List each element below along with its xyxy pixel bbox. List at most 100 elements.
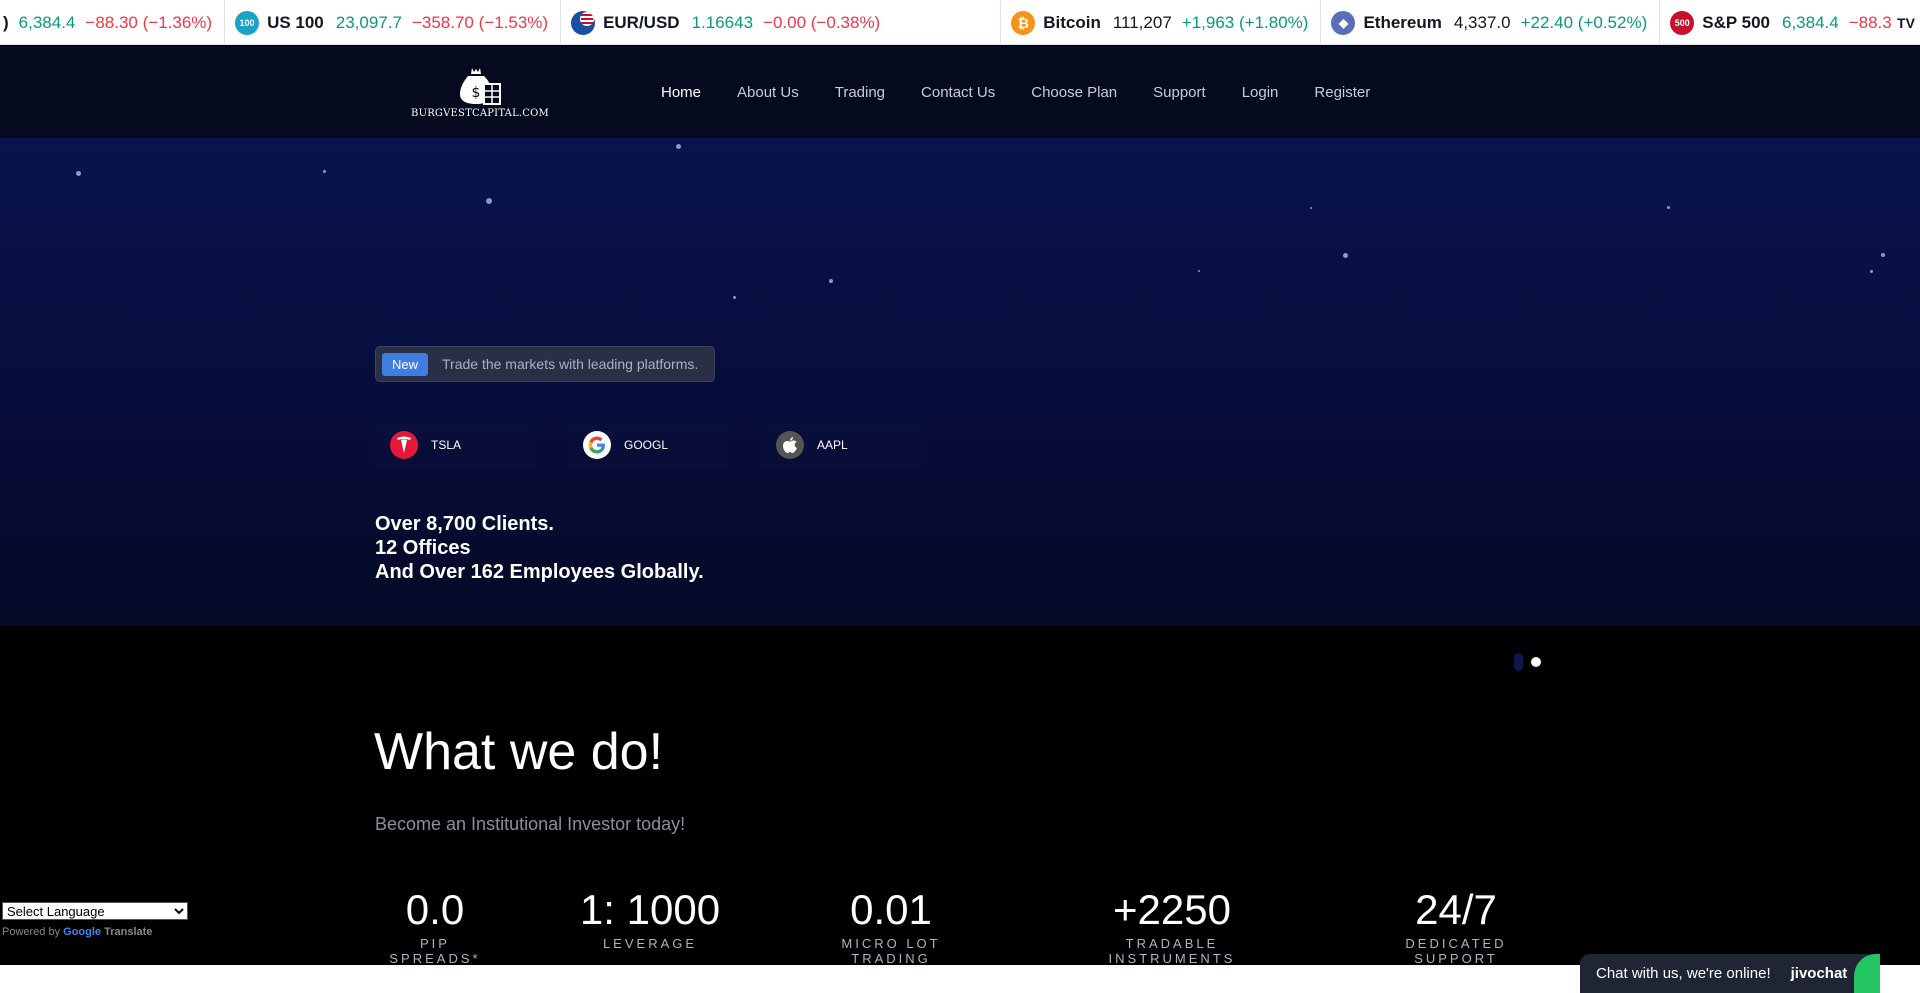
star-decoration bbox=[486, 198, 492, 204]
carousel-dot-active[interactable] bbox=[1531, 657, 1541, 667]
nav-contact-us[interactable]: Contact Us bbox=[921, 84, 995, 101]
tradingview-logo-icon[interactable]: TV bbox=[1892, 0, 1920, 44]
nav-trading[interactable]: Trading bbox=[835, 84, 885, 101]
stock-symbol: AAPL bbox=[817, 438, 848, 452]
jivochat-logo: jivochat bbox=[1790, 965, 1848, 982]
main-nav: Home About Us Trading Contact Us Choose … bbox=[661, 46, 1406, 138]
ticker-price: 4,337.0 bbox=[1453, 12, 1511, 32]
star-decoration bbox=[1870, 270, 1873, 273]
ticker-price: 1.16643 bbox=[691, 12, 754, 32]
chat-status-text: Chat with us, we're online! bbox=[1596, 965, 1771, 982]
section-subtitle: Become an Institutional Investor today! bbox=[375, 814, 686, 834]
language-select[interactable]: Select Language bbox=[2, 902, 188, 920]
stat-employees: And Over 162 Employees Globally. bbox=[375, 561, 704, 583]
metric-label: LEVERAGE bbox=[602, 936, 698, 951]
ticker-price: 6,384.4 bbox=[18, 12, 76, 32]
powered-by-google: Powered by Google Translate bbox=[2, 926, 188, 938]
ticker-name: ) bbox=[3, 12, 9, 32]
money-bag-logo-icon: $ bbox=[460, 68, 501, 105]
navbar: $ BURGVESTCAPITAL.COM Home About Us Trad… bbox=[0, 46, 1920, 138]
ticker-price: 111,207 bbox=[1112, 12, 1172, 32]
metric-pip-spreads: 0.0 PIP SPREADS* bbox=[375, 886, 495, 966]
nav-register[interactable]: Register bbox=[1314, 84, 1370, 101]
ticker-change: −358.70 (−1.53%) bbox=[411, 12, 549, 32]
nav-choose-plan[interactable]: Choose Plan bbox=[1031, 84, 1117, 101]
ticker-name: US 100 bbox=[267, 12, 324, 32]
star-decoration bbox=[676, 144, 681, 149]
ticker-item-ethereum[interactable]: ◆ Ethereum 4,337.0 +22.40 (+0.52%) bbox=[1321, 0, 1661, 44]
ticker-name: Bitcoin bbox=[1043, 12, 1101, 32]
stock-card-googl[interactable]: GOOGL bbox=[568, 422, 728, 468]
stock-card-aapl[interactable]: AAPL bbox=[761, 422, 921, 468]
ticker-change: −88.30 (−1.36%) bbox=[85, 12, 213, 32]
metric-value: 0.0 bbox=[405, 886, 465, 933]
metric-label: DEDICATED SUPPORT bbox=[1405, 936, 1507, 966]
sp500-icon: 500 bbox=[1670, 10, 1695, 35]
brand-logo[interactable]: $ BURGVESTCAPITAL.COM bbox=[411, 66, 549, 122]
stock-list: TSLA GOOGL AAPL bbox=[375, 422, 954, 468]
ticker-item-us100[interactable]: 100 US 100 23,097.7 −358.70 (−1.53%) bbox=[225, 0, 562, 44]
metric-instruments: +2250 TRADABLE INSTRUMENTS bbox=[1062, 886, 1282, 966]
metric-value: 1: 1000 bbox=[579, 886, 721, 933]
new-badge: New bbox=[382, 352, 429, 376]
metric-value: +2250 bbox=[1113, 886, 1231, 933]
stat-clients: Over 8,700 Clients. bbox=[375, 513, 554, 535]
apple-icon bbox=[776, 431, 804, 459]
metric-label: MICRO LOT TRADING bbox=[841, 936, 941, 966]
chat-online-indicator-icon bbox=[1854, 954, 1880, 993]
metric-value: 24/7 bbox=[1415, 886, 1497, 933]
metric-label: PIP SPREADS* bbox=[389, 936, 481, 966]
company-stats: Over 8,700 Clients. 12 Offices And Over … bbox=[375, 512, 704, 584]
announcement-text: Trade the markets with leading platforms… bbox=[442, 356, 699, 372]
translate-link[interactable]: Translate bbox=[104, 926, 152, 938]
ticker-price: 23,097.7 bbox=[335, 12, 402, 32]
section-title: What we do! bbox=[374, 723, 664, 781]
star-decoration bbox=[76, 171, 81, 176]
stat-offices: 12 Offices bbox=[375, 537, 471, 559]
stock-symbol: TSLA bbox=[431, 438, 462, 452]
nav-login[interactable]: Login bbox=[1242, 84, 1279, 101]
carousel-dot[interactable] bbox=[1514, 653, 1523, 671]
star-decoration bbox=[1881, 253, 1885, 257]
ticker-name: Ethereum bbox=[1363, 12, 1442, 32]
carousel-dots bbox=[1514, 653, 1549, 671]
eurusd-flag-icon bbox=[571, 10, 596, 35]
metric-value: 0.01 bbox=[850, 886, 932, 933]
google-icon bbox=[583, 431, 611, 459]
ticker-name: S&P 500 bbox=[1702, 12, 1770, 32]
ticker-item-sp500-partial[interactable]: ) 6,384.4 −88.30 (−1.36%) bbox=[0, 0, 226, 44]
star-decoration bbox=[733, 296, 736, 299]
ticker-name: EUR/USD bbox=[603, 12, 680, 32]
bitcoin-icon: ₿ bbox=[1011, 10, 1036, 35]
google-logo-text[interactable]: Google bbox=[63, 926, 101, 938]
ticker-change: +22.40 (+0.52%) bbox=[1520, 12, 1648, 32]
ticker-change: +1,963 (+1.80%) bbox=[1181, 12, 1309, 32]
google-translate-widget: Select Language Powered by Google Transl… bbox=[2, 902, 188, 938]
hero-section: New Trade the markets with leading platf… bbox=[0, 138, 1920, 626]
ethereum-icon: ◆ bbox=[1331, 10, 1356, 35]
ticker-item-bitcoin[interactable]: ₿ Bitcoin 111,207 +1,963 (+1.80%) bbox=[1001, 0, 1322, 44]
nav-about-us[interactable]: About Us bbox=[737, 84, 799, 101]
metric-leverage: 1: 1000 LEVERAGE bbox=[574, 886, 726, 951]
metric-micro-lot: 0.01 MICRO LOT TRADING bbox=[801, 886, 981, 966]
us100-icon: 100 bbox=[235, 10, 260, 35]
stock-symbol: GOOGL bbox=[624, 438, 669, 452]
metric-label: TRADABLE INSTRUMENTS bbox=[1108, 936, 1236, 966]
ticker-item-sp500[interactable]: 500 S&P 500 6,384.4 −88.30 (−1.36%) bbox=[1660, 0, 1920, 44]
svg-text:$: $ bbox=[472, 85, 481, 101]
star-decoration bbox=[829, 279, 833, 283]
chat-widget[interactable]: Chat with us, we're online! jivochat bbox=[1580, 954, 1880, 993]
brand-name: BURGVESTCAPITAL.COM bbox=[411, 108, 549, 119]
announcement-pill[interactable]: New Trade the markets with leading platf… bbox=[375, 346, 715, 382]
ticker-change: −0.00 (−0.38%) bbox=[763, 12, 881, 32]
nav-home[interactable]: Home bbox=[661, 84, 701, 101]
ticker-tape: ) 6,384.4 −88.30 (−1.36%) 100 US 100 23,… bbox=[0, 0, 1920, 45]
ticker-price: 6,384.4 bbox=[1781, 12, 1839, 32]
star-decoration bbox=[1198, 270, 1200, 272]
star-decoration bbox=[1667, 206, 1670, 209]
ticker-item-eurusd[interactable]: EUR/USD 1.16643 −0.00 (−0.38%) bbox=[561, 0, 1002, 44]
star-decoration bbox=[1310, 207, 1312, 209]
stock-card-tsla[interactable]: TSLA bbox=[375, 422, 535, 468]
nav-support[interactable]: Support bbox=[1153, 84, 1206, 101]
tesla-icon bbox=[390, 431, 418, 459]
